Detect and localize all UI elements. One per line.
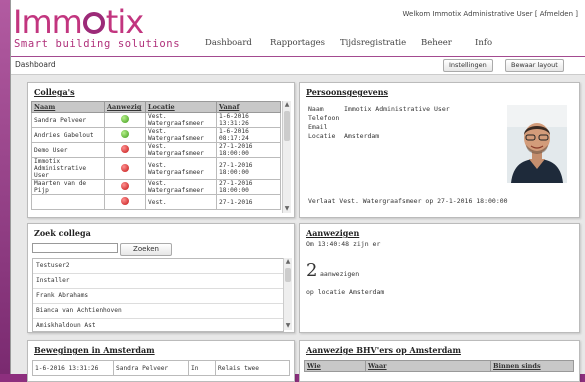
zoek-collega-title: Zoek collega bbox=[34, 228, 91, 238]
col-naam[interactable]: Naam bbox=[31, 101, 105, 113]
aanwezigen-time: Om 13:40:48 zijn er bbox=[306, 240, 381, 248]
aanwezigen-location: op locatie Amsterdam bbox=[306, 288, 385, 296]
scroll-up-icon[interactable]: ▲ bbox=[284, 258, 292, 266]
save-layout-button[interactable]: Bewaar layout bbox=[505, 59, 564, 72]
persoonsgegevens-panel: Persoonsgegevens Naam Immotix Administrat… bbox=[299, 82, 580, 218]
status-green-icon bbox=[121, 130, 129, 138]
table-row[interactable]: Immotix Administrative User Vest. Watergr… bbox=[31, 157, 281, 180]
nav-dashboard[interactable]: Dashboard bbox=[205, 38, 252, 48]
nav-tijdsregistratie[interactable]: Tijdsregistratie bbox=[340, 38, 406, 48]
search-button[interactable]: Zoeken bbox=[120, 243, 172, 256]
bhv-panel: Aanwezige BHV'ers op Amsterdam Wie Waar … bbox=[299, 340, 580, 382]
person-footer: Verlaat Vest. Watergraafsmeer op 27-1-20… bbox=[308, 197, 508, 205]
table-row[interactable]: Sandra Pelveer Vest. Watergraafsmeer 1-6-2… bbox=[31, 112, 281, 128]
welcome-text: Welkom Immotix Administrative User [ Afm… bbox=[402, 10, 579, 18]
aanwezigen-panel: Aanwezigen Om 13:40:48 zijn er 2 aanwezi… bbox=[299, 223, 580, 333]
profile-photo bbox=[507, 105, 567, 183]
search-input[interactable] bbox=[32, 243, 118, 253]
collegas-panel: Collega's Naam Aanwezig Locatie Vanaf Sa… bbox=[27, 82, 295, 218]
search-results: Testuser2 Installer Frank Abrahams Bianc… bbox=[32, 258, 284, 332]
toolbar: Dashboard Instellingen Bewaar layout bbox=[11, 56, 585, 75]
aanwezigen-count-label: aanwezigen bbox=[320, 270, 360, 278]
col-binnen-sinds[interactable]: Binnen sinds bbox=[490, 360, 574, 372]
settings-button[interactable]: Instellingen bbox=[443, 59, 493, 72]
scroll-down-icon[interactable]: ▼ bbox=[283, 205, 291, 213]
nav-beheer[interactable]: Beheer bbox=[421, 38, 452, 48]
header: Imm tix Smart building solutions Welkom I… bbox=[11, 0, 585, 56]
collegas-table: Naam Aanwezig Locatie Vanaf Sandra Pelve… bbox=[31, 101, 281, 210]
list-item[interactable]: Frank Abrahams bbox=[33, 289, 283, 304]
immotix-logo: Imm tix bbox=[13, 3, 144, 41]
list-item[interactable]: Installer bbox=[33, 274, 283, 289]
col-wie[interactable]: Wie bbox=[304, 360, 366, 372]
scroll-down-icon[interactable]: ▼ bbox=[284, 322, 292, 330]
col-locatie[interactable]: Locatie bbox=[145, 101, 217, 113]
status-red-icon bbox=[121, 145, 129, 153]
persoonsgegevens-title: Persoonsgegevens bbox=[306, 87, 389, 97]
table-row[interactable]: Andries Gabelout Vest. Watergraafsmeer 1-6… bbox=[31, 127, 281, 143]
app-window: Imm tix Smart building solutions Welkom I… bbox=[10, 0, 585, 382]
list-item[interactable]: Testuser2 bbox=[33, 259, 283, 274]
col-vanaf[interactable]: Vanaf bbox=[216, 101, 281, 113]
table-row[interactable]: Vest. 27-1-2016 bbox=[31, 194, 281, 210]
zoek-collega-panel: Zoek collega Zoeken Testuser2 Installer … bbox=[27, 223, 295, 333]
bewegingen-title: Bewegingen in Amsterdam bbox=[34, 345, 155, 355]
collegas-title: Collega's bbox=[34, 87, 75, 97]
scroll-thumb[interactable] bbox=[285, 268, 291, 282]
col-aanwezig[interactable]: Aanwezig bbox=[104, 101, 146, 113]
collegas-scrollbar[interactable]: ▲ ▼ bbox=[282, 101, 291, 213]
status-red-icon bbox=[121, 163, 129, 172]
aanwezigen-title: Aanwezigen bbox=[306, 228, 360, 238]
col-waar[interactable]: Waar bbox=[365, 360, 491, 372]
person-info: Naam Immotix Administrative User Telefoon… bbox=[308, 105, 450, 140]
breadcrumb: Dashboard bbox=[15, 60, 56, 69]
table-row: 1-6-2016 13:31:26 Sandra Pelveer In Rela… bbox=[32, 360, 290, 376]
list-item[interactable]: Bianca van Achtienhoven bbox=[33, 304, 283, 319]
logout-link[interactable]: [ Afmelden ] bbox=[535, 10, 578, 18]
aanwezigen-count: 2 bbox=[306, 260, 318, 281]
status-red-icon bbox=[121, 197, 129, 205]
results-scrollbar[interactable]: ▲ ▼ bbox=[283, 258, 292, 330]
bewegingen-panel: Bewegingen in Amsterdam 1-6-2016 13:31:2… bbox=[27, 340, 295, 382]
table-row[interactable]: Demo User Vest. Watergraafsmeer 27-1-2016 … bbox=[31, 142, 281, 158]
nav-info[interactable]: Info bbox=[475, 38, 492, 48]
scroll-thumb[interactable] bbox=[284, 111, 290, 141]
status-red-icon bbox=[121, 182, 129, 190]
status-green-icon bbox=[121, 115, 129, 123]
tagline: Smart building solutions bbox=[14, 38, 181, 50]
bhv-table: Wie Waar Binnen sinds bbox=[304, 360, 574, 372]
table-row[interactable]: Maarten van de Pijp Vest. Watergraafsmeer… bbox=[31, 179, 281, 195]
list-item[interactable]: Amiskhaldoun Ast bbox=[33, 319, 283, 332]
scroll-up-icon[interactable]: ▲ bbox=[283, 101, 291, 109]
bhv-title: Aanwezige BHV'ers op Amsterdam bbox=[306, 345, 461, 355]
nav-rapportages[interactable]: Rapportages bbox=[270, 38, 325, 48]
